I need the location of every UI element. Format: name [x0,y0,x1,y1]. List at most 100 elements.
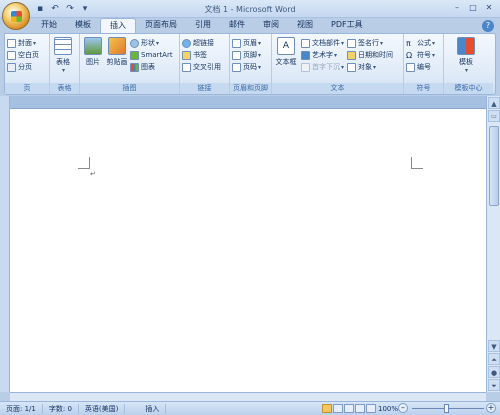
web-layout-icon[interactable] [344,404,354,413]
scroll-thumb[interactable] [489,126,499,206]
wordart-icon [301,50,310,60]
view-buttons [322,404,376,413]
template-icon [457,37,475,55]
signature-line-button[interactable]: 签名行 ▾ [347,37,393,49]
cover-page-button[interactable]: 封面 ▾ [7,37,47,49]
next-page-icon[interactable]: ⏷ [488,379,500,391]
group-label-header-footer: 页眉和页脚 [230,83,271,94]
scroll-up-icon[interactable]: ▲ [488,97,500,109]
shapes-button[interactable]: 形状 ▾ [130,37,173,49]
date-time-button[interactable]: 日期和时间 [347,49,393,61]
group-label-text: 文本 [272,83,403,94]
wordart-button[interactable]: 艺术字 ▾ [301,49,344,61]
zoom-slider-handle[interactable] [444,404,449,413]
window-controls: – □ ✕ [450,2,496,14]
tab-mailings[interactable]: 邮件 [220,18,254,33]
group-symbols: π 公式 ▾ Ω 符号 ▾ 编号 符号 [404,34,444,94]
smartart-button[interactable]: SmartArt [130,49,173,61]
page-number-icon [232,62,241,72]
hyperlink-button[interactable]: 超链接 [182,37,227,49]
tab-insert[interactable]: 插入 [100,18,136,33]
header-button[interactable]: 页眉 ▾ [232,37,269,49]
title-bar: ▪ ↶ ↷ ▾ 文档 1 - Microsoft Word – □ ✕ [0,0,500,18]
group-label-template-center: 模板中心 [444,83,493,94]
zoom-level[interactable]: 100% [378,404,398,414]
close-icon[interactable]: ✕ [482,2,496,14]
template-button[interactable]: 模板 ▾ [446,37,486,74]
status-page[interactable]: 页面: 1/1 [0,403,43,414]
signature-line-icon [347,38,357,48]
smartart-icon [130,50,139,60]
status-mode[interactable]: 插入 [139,403,167,414]
bookmark-button[interactable]: 书签 [182,49,227,61]
blank-page-icon [7,50,16,60]
document-area: ↵ [10,96,486,392]
draft-icon[interactable] [366,404,376,413]
zoom-out-icon[interactable]: – [398,403,408,413]
tab-page-layout[interactable]: 页面布局 [136,18,186,33]
minimize-icon[interactable]: – [450,2,464,14]
tab-review[interactable]: 审阅 [254,18,288,33]
group-links: 超链接 书签 交叉引用 链接 [180,34,230,94]
status-language[interactable]: 英语(美国) [79,403,126,414]
footer-button[interactable]: 页脚 ▾ [232,49,269,61]
numbering-button[interactable]: 编号 [406,61,441,73]
margin-corner-top-left [78,157,90,169]
zoom-in-icon[interactable]: + [486,403,496,413]
page-break-icon [7,62,16,72]
pi-icon: π [406,38,411,48]
maximize-icon[interactable]: □ [466,2,480,14]
textbox-button[interactable]: A 文本框 [274,37,298,73]
chart-button[interactable]: 图表 [130,61,173,73]
tab-template[interactable]: 模板 [66,18,100,33]
tab-view[interactable]: 视图 [288,18,322,33]
margin-corner-top-right [411,157,423,169]
help-icon[interactable]: ? [482,20,494,32]
print-layout-icon[interactable] [322,404,332,413]
document-page[interactable]: ↵ [10,108,486,392]
outline-icon[interactable] [355,404,365,413]
object-button[interactable]: 对象 ▾ [347,61,393,73]
group-table: 表格 ▾ 表格 [50,34,80,94]
group-label-illustrations: 插图 [80,83,179,94]
group-label-table: 表格 [50,83,79,94]
footer-icon [232,50,241,60]
tab-references[interactable]: 引用 [186,18,220,33]
tab-pdf-tools[interactable]: PDF工具 [322,18,372,33]
previous-page-icon[interactable]: ⏶ [488,353,500,365]
bookmark-icon [182,50,191,60]
horizontal-scrollbar[interactable] [10,392,486,401]
page-number-button[interactable]: 页码 ▾ [232,61,269,73]
status-word-count[interactable]: 字数: 0 [43,403,79,414]
select-browse-object-icon[interactable]: ● [488,366,500,378]
group-page: 封面 ▾ 空白页 分页 页 [5,34,50,94]
vertical-ruler [0,96,10,392]
table-button[interactable]: 表格 ▾ [52,37,74,74]
quick-parts-button[interactable]: 文档部件 ▾ [301,37,344,49]
group-illustrations: 图片 剪贴画 形状 ▾ SmartArt 图表 插图 [80,34,180,94]
ribbon: 封面 ▾ 空白页 分页 页 表格 ▾ 表格 图片 剪贴画 形状 ▾ SmartArt … [4,33,496,95]
symbol-button[interactable]: Ω 符号 ▾ [406,49,441,61]
header-icon [232,38,241,48]
vertical-scrollbar[interactable]: ▲ ▭ ▼ ⏶ ● ⏷ [486,96,500,392]
window-title: 文档 1 - Microsoft Word [204,5,296,14]
scroll-down-icon[interactable]: ▼ [488,340,500,352]
hyperlink-icon [182,38,191,48]
status-bar: 页面: 1/1 字数: 0 英语(美国) 插入 100% – + [0,401,500,415]
date-time-icon [347,50,357,60]
blank-page-button[interactable]: 空白页 [7,49,47,61]
clipart-button[interactable]: 剪贴画 [106,37,128,73]
drop-cap-button: 首字下沉 ▾ [301,61,344,73]
table-icon [54,37,72,55]
picture-button[interactable]: 图片 [82,37,104,73]
cover-page-icon [7,38,16,48]
page-break-button[interactable]: 分页 [7,61,47,73]
quick-parts-icon [301,38,310,48]
cross-reference-button[interactable]: 交叉引用 [182,61,227,73]
tab-home[interactable]: 开始 [32,18,66,33]
full-screen-reading-icon[interactable] [333,404,343,413]
ruler-toggle-icon[interactable]: ▭ [488,110,500,122]
group-label-links: 链接 [180,83,229,94]
office-button[interactable] [2,2,30,30]
equation-button[interactable]: π 公式 ▾ [406,37,441,49]
